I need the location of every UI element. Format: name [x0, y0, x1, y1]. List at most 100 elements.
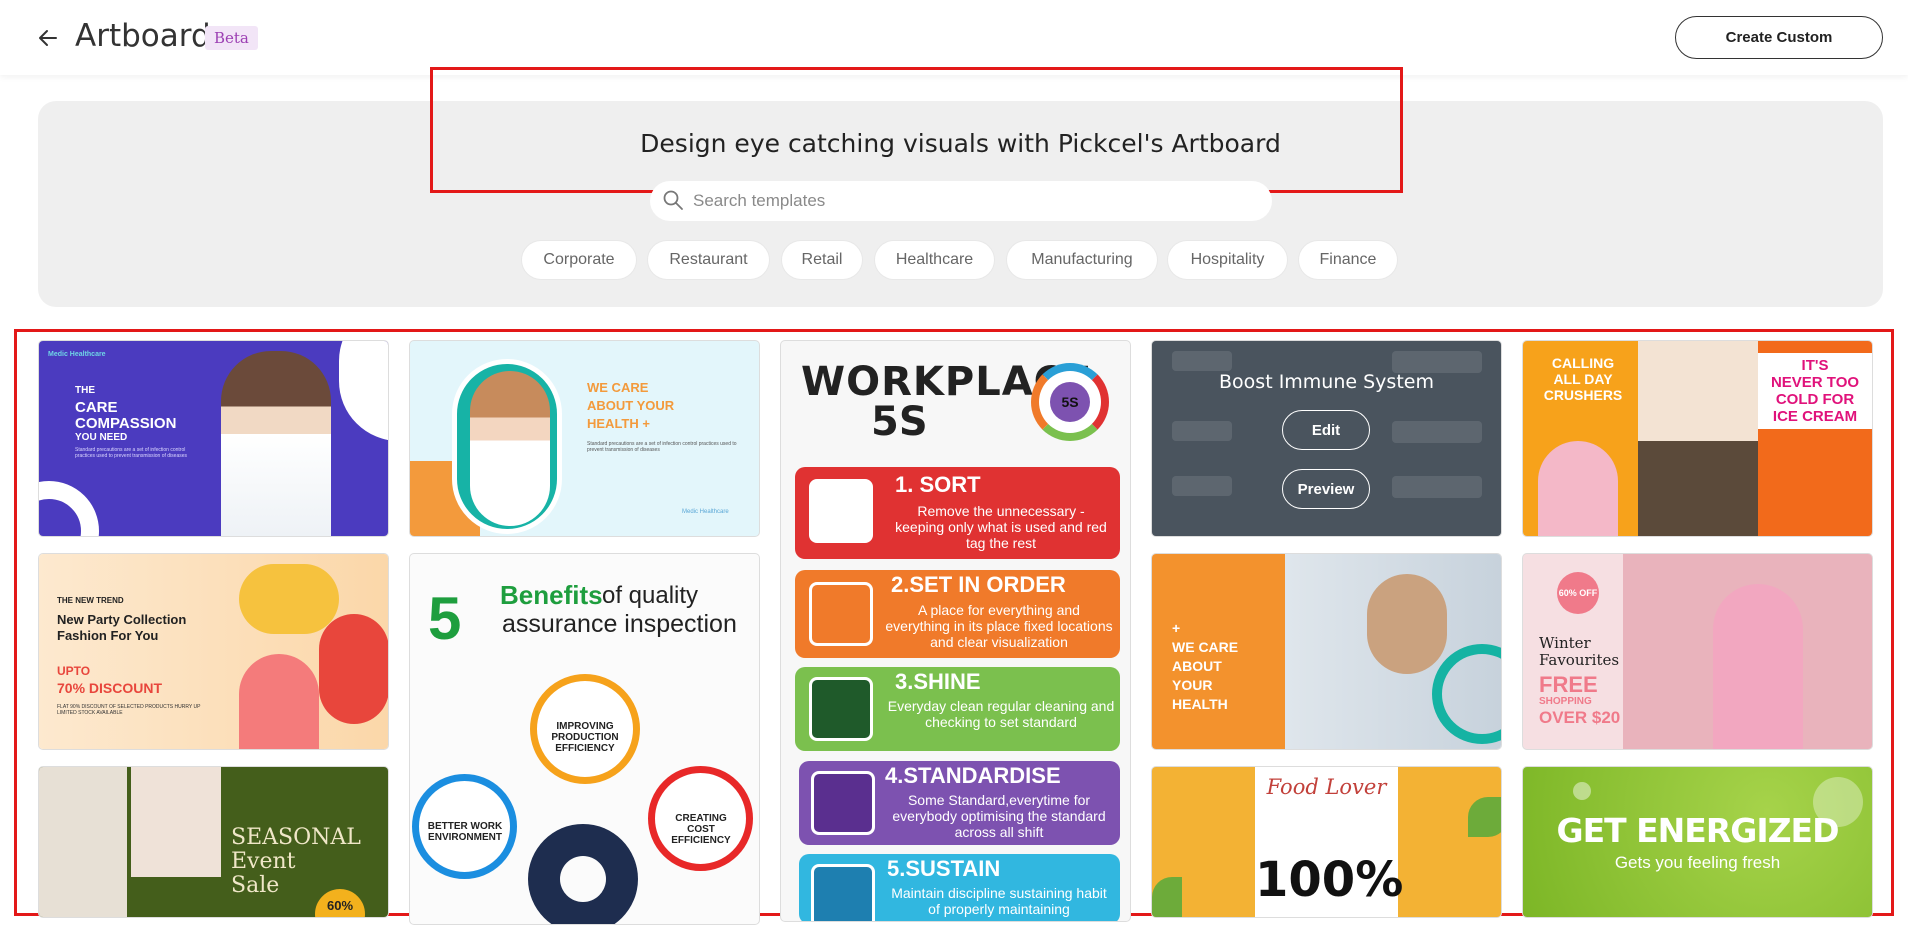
tagline-1: WE CARE [587, 380, 649, 395]
benefit-circle: IMPROVING PRODUCTION EFFICIENCY [530, 674, 640, 784]
doctor-photo [470, 371, 550, 526]
shipping-label: SHOPPING [1539, 696, 1592, 707]
edit-button[interactable]: Edit [1282, 410, 1370, 450]
top-header: Artboard Beta Create Custom [0, 0, 1908, 75]
template-card-we-care[interactable]: WE CARE ABOUT YOUR HEALTH + Standard pre… [410, 341, 759, 536]
chip-manufacturing[interactable]: Manufacturing [1007, 241, 1157, 279]
chip-healthcare[interactable]: Healthcare [875, 241, 994, 279]
body-text: Standard precautions are a set of infect… [75, 447, 187, 459]
template-card-get-energized[interactable]: GET ENERGIZED Gets you feeling fresh [1523, 767, 1872, 917]
cycle-icon [811, 864, 875, 921]
search-highlight-box [430, 67, 1403, 193]
chip-hospitality[interactable]: Hospitality [1168, 241, 1287, 279]
template-card-boost-immune[interactable]: Boost Immune System Edit Preview [1152, 341, 1501, 536]
search-icon [662, 189, 684, 216]
step-standardise: 4.STANDARDISE Some Standard,everytime fo… [799, 761, 1120, 845]
trend-label: THE NEW TREND [57, 596, 124, 605]
free-label: FREE [1539, 672, 1598, 697]
leaf-decor [1468, 797, 1501, 837]
preview-button[interactable]: Preview [1282, 469, 1370, 509]
script-title: Food Lover [1266, 775, 1387, 799]
step-sustain: 5.SUSTAIN Maintain discipline sustaining… [799, 854, 1120, 921]
chip-restaurant[interactable]: Restaurant [648, 241, 769, 279]
benefits-label: Benefits [500, 580, 603, 610]
page-title: Artboard [75, 18, 211, 54]
headline-2: Favourites [1539, 651, 1620, 669]
headline-1: New Party Collection [57, 612, 187, 627]
step-text: Remove the unnecessary - keeping only wh… [895, 503, 1107, 551]
decor-shape [339, 341, 388, 441]
tag-icon [809, 479, 873, 543]
5s-badge: 5S [1050, 382, 1090, 422]
headline-3: Sale [231, 873, 280, 898]
brand-logo: Medic Healthcare [682, 509, 729, 515]
body-text: Standard precautions are a set of infect… [587, 441, 737, 453]
headline: + WE CARE ABOUT YOUR HEALTH [1172, 620, 1239, 712]
step-title: 3.SHINE [895, 669, 981, 694]
document-icon [809, 582, 873, 646]
step-title: 2.SET IN ORDER [891, 572, 1066, 597]
tagline-4: YOU NEED [75, 432, 128, 443]
checklist-icon [811, 771, 875, 835]
headline-2: Fashion For You [57, 628, 159, 643]
template-card-winter-sale[interactable]: 60% OFF Winter Favourites FREE SHOPPING … [1523, 554, 1872, 749]
template-card-food-lover[interactable]: Food Lover 100% [1152, 767, 1501, 917]
headline-right: IT'S NEVER TOO COLD FOR ICE CREAM [1758, 353, 1872, 429]
template-card-party-collection[interactable]: THE NEW TREND New Party Collection Fashi… [39, 554, 388, 749]
step-text: Everyday clean regular cleaning and chec… [887, 698, 1115, 730]
step-title: 5.SUSTAIN [887, 856, 1001, 881]
headline-2: Event [231, 849, 296, 874]
benefit-circle: CREATING COST EFFICIENCY [648, 766, 753, 871]
benefit-circle: BETTER WORK ENVIRONMENT [412, 774, 517, 879]
headline-2: assurance inspection [502, 610, 737, 638]
subheadline: Gets you feeling fresh [1614, 853, 1781, 872]
step-shine: 3.SHINE Everyday clean regular cleaning … [795, 667, 1120, 751]
chip-corporate[interactable]: Corporate [522, 241, 636, 279]
create-custom-button[interactable]: Create Custom [1675, 16, 1883, 59]
headline-1: of quality [602, 582, 699, 609]
broom-icon [809, 677, 873, 741]
template-card-5-benefits[interactable]: 5 Benefits of quality assurance inspecti… [410, 554, 759, 924]
clothes-photo [131, 767, 221, 877]
tagline-3: HEALTH + [587, 416, 650, 431]
template-card-seasonal-sale[interactable]: SEASONAL Event Sale 60% [39, 767, 388, 917]
model-photo [319, 614, 388, 724]
tagline-2: ABOUT YOUR [587, 398, 675, 413]
headline-1: Winter [1539, 634, 1591, 652]
decor-ring [39, 481, 99, 536]
upto-label: UPTO [57, 664, 91, 678]
over-label: OVER $20 [1539, 708, 1621, 727]
discount-badge: 60% OFF [1557, 572, 1599, 614]
model-photo [239, 564, 339, 634]
step-text: Maintain discipline sustaining habit of … [891, 885, 1107, 917]
headline: GET ENERGIZED [1556, 811, 1840, 850]
tagline-3: COMPASSION [75, 415, 177, 432]
search-input[interactable] [693, 181, 1253, 221]
step-sort: 1. SORT Remove the unnecessary - keeping… [795, 467, 1120, 559]
template-card-workplace-5s[interactable]: WORKPLACE 5S 5S 1. SORT Remove the unnec… [781, 341, 1130, 921]
gear-icon [528, 824, 638, 924]
5s-cycle-icon: 5S [1031, 363, 1109, 441]
chip-retail[interactable]: Retail [782, 241, 862, 279]
ice-cream-photo [1538, 441, 1618, 536]
step-text: Some Standard,everytime for everybody op… [892, 792, 1106, 840]
fine-print: FLAT 90% DISCOUNT OF SELECTED PRODUCTS H… [57, 704, 201, 716]
discount-badge: 60% [315, 889, 365, 917]
step-title: 4.STANDARDISE [885, 763, 1061, 788]
template-card-ice-cream[interactable]: CALLING ALL DAY CRUSHERS IT'S NEVER TOO COLD… [1523, 341, 1872, 536]
template-card-care-compassion[interactable]: Medic Healthcare THE CARE COMPASSION YOU… [39, 341, 388, 536]
step-set-in-order: 2.SET IN ORDER A place for everything an… [795, 570, 1120, 658]
poster-title-2: 5S [871, 399, 928, 445]
gelato-photo [1638, 441, 1758, 536]
tagline-1: THE [75, 385, 95, 396]
back-arrow-icon[interactable] [34, 24, 62, 52]
template-card-we-care-orange[interactable]: + WE CARE ABOUT YOUR HEALTH [1152, 554, 1501, 749]
chip-finance[interactable]: Finance [1299, 241, 1397, 279]
doctor-face [1367, 574, 1447, 674]
beta-badge: Beta [205, 26, 258, 50]
search-bar[interactable] [650, 181, 1272, 221]
doctor-photo [221, 351, 331, 536]
step-title: 1. SORT [895, 472, 981, 497]
model-photo [239, 654, 319, 749]
step-text: A place for everything and everything in… [885, 602, 1113, 650]
